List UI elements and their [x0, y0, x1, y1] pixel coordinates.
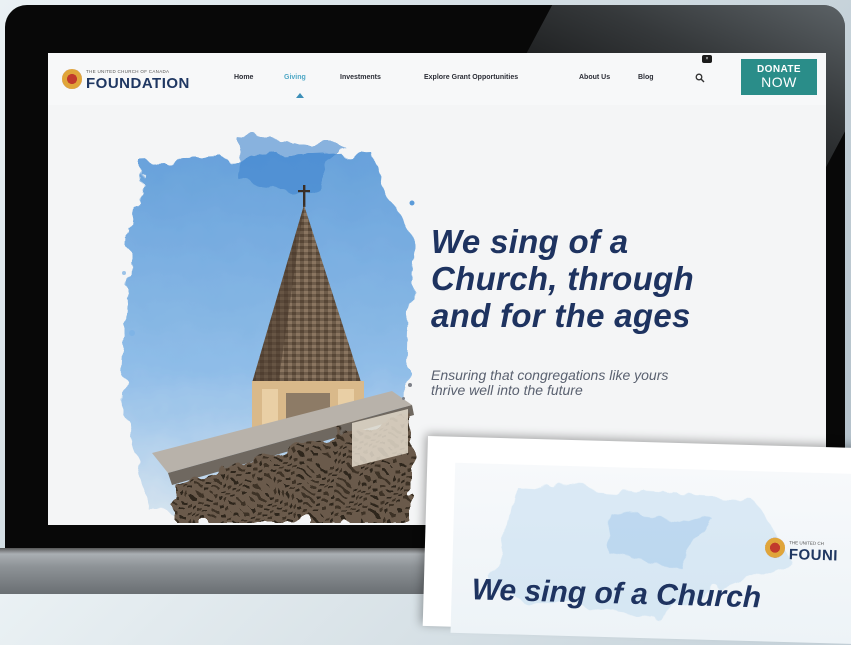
close-icon[interactable]: ×	[702, 55, 712, 63]
donate-now-button[interactable]: DONATE NOW	[741, 59, 817, 95]
search-icon[interactable]	[695, 73, 705, 83]
site-logo[interactable]: The United Church of Canada FOUNDATION	[62, 63, 202, 97]
tablet-logo-subtitle: The United Ch	[789, 540, 824, 547]
hero-title: We sing of a Church, through and for the…	[431, 223, 811, 334]
nav-item-giving[interactable]: Giving	[284, 74, 306, 81]
hero-subtitle: Ensuring that congregations like yours t…	[431, 368, 801, 398]
donate-now-label: NOW	[761, 74, 797, 90]
church-crest-icon	[764, 537, 786, 559]
nav-item-about[interactable]: About Us	[579, 74, 610, 81]
decor-dot	[402, 397, 405, 400]
logo-subtitle: The United Church of Canada	[86, 69, 170, 74]
hero-subtitle-line: Ensuring that congregations like yours	[431, 367, 669, 383]
church-steeple-image	[122, 133, 415, 523]
logo-title: FOUNDATION	[86, 75, 190, 92]
tablet-device: The United Ch FOUNI We sing of a Church	[422, 436, 851, 645]
nav-item-investments[interactable]: Investments	[340, 74, 381, 81]
tablet-screen: The United Ch FOUNI We sing of a Church	[450, 462, 851, 645]
church-crest-icon	[62, 69, 82, 89]
tablet-logo-title: FOUNI	[788, 546, 839, 565]
hero-title-line: We sing of a	[431, 223, 629, 260]
tablet-site-logo[interactable]: The United Ch FOUNI	[764, 533, 851, 569]
decor-dot	[408, 383, 412, 387]
nav-item-grants[interactable]: Explore Grant Opportunities	[424, 74, 518, 81]
active-nav-indicator	[296, 93, 304, 98]
hero-title-line: and for the ages	[431, 297, 691, 334]
site-header: The United Church of Canada FOUNDATION H…	[48, 53, 826, 105]
nav-item-home[interactable]: Home	[234, 74, 253, 81]
hero-title-line: Church, through	[431, 260, 694, 297]
hero-subtitle-line: thrive well into the future	[431, 382, 583, 398]
nav-item-blog[interactable]: Blog	[638, 74, 654, 81]
